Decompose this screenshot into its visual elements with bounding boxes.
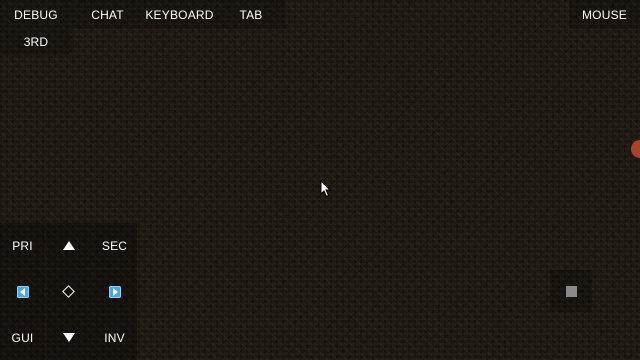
chat-button[interactable]: CHAT [72, 0, 143, 29]
arrow-right-icon [108, 285, 121, 298]
debug-button[interactable]: DEBUG [0, 0, 72, 29]
gui-button[interactable]: GUI [0, 315, 45, 360]
left-button[interactable] [0, 269, 45, 314]
sneak-button[interactable] [550, 270, 592, 312]
back-button[interactable] [46, 315, 91, 360]
forward-button[interactable] [46, 223, 91, 268]
keyboard-button[interactable]: KEYBOARD [143, 0, 216, 29]
game-viewport[interactable]: DEBUG CHAT KEYBOARD TAB MOUSE 3RD PRI SE… [0, 0, 640, 360]
primary-button[interactable]: PRI [0, 223, 45, 268]
diamond-icon [62, 285, 75, 298]
mouse-button[interactable]: MOUSE [569, 0, 640, 29]
arrow-down-icon [62, 333, 75, 342]
jump-button[interactable] [46, 269, 91, 314]
right-button[interactable] [92, 269, 137, 314]
third-person-button[interactable]: 3RD [0, 29, 72, 55]
secondary-button[interactable]: SEC [92, 223, 137, 268]
tab-button[interactable]: TAB [216, 0, 286, 29]
mouse-cursor-icon [320, 180, 332, 198]
square-icon [565, 285, 577, 297]
arrow-left-icon [16, 285, 29, 298]
inventory-button[interactable]: INV [92, 315, 137, 360]
arrow-up-icon [62, 241, 75, 250]
edge-indicator-dot [631, 140, 640, 158]
